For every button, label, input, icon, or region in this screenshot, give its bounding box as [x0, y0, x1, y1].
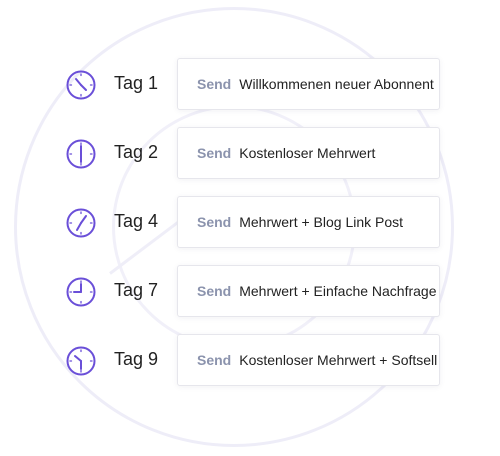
email-subject: Kostenloser Mehrwert + Softsell [239, 352, 438, 368]
sequence-step: Tag 1 Send Willkommenen neuer Abonnent [0, 58, 500, 112]
email-subject: Mehrwert + Blog Link Post [239, 214, 404, 230]
send-label: Send [197, 283, 232, 299]
email-step-card[interactable]: Send Mehrwert + Blog Link Post [177, 196, 440, 248]
clock-icon [66, 139, 96, 169]
day-label: Tag 1 [114, 73, 159, 93]
email-subject: Mehrwert + Einfache Nachfrage [239, 283, 437, 299]
email-step-card[interactable]: Send Kostenloser Mehrwert [177, 127, 440, 179]
sequence-step: Tag 4 Send Mehrwert + Blog Link Post [0, 196, 500, 250]
email-sequence-timeline: Tag 1 Send Willkommenen neuer Abonnent T… [0, 0, 500, 456]
send-label: Send [197, 352, 232, 368]
send-label: Send [197, 76, 232, 92]
day-label: Tag 4 [114, 211, 159, 231]
day-label: Tag 2 [114, 142, 159, 162]
send-label: Send [197, 145, 232, 161]
email-step-card[interactable]: Send Kostenloser Mehrwert + Softsell [177, 334, 440, 386]
sequence-step: Tag 7 Send Mehrwert + Einfache Nachfrage [0, 265, 500, 319]
email-subject: Kostenloser Mehrwert [239, 145, 376, 161]
clock-icon [66, 70, 96, 100]
clock-icon [66, 277, 96, 307]
send-label: Send [197, 214, 232, 230]
email-subject: Willkommenen neuer Abonnent [239, 76, 434, 92]
day-label: Tag 9 [114, 349, 159, 369]
sequence-step: Tag 2 Send Kostenloser Mehrwert [0, 127, 500, 181]
day-label: Tag 7 [114, 280, 159, 300]
email-step-card[interactable]: Send Mehrwert + Einfache Nachfrage [177, 265, 440, 317]
clock-icon [66, 346, 96, 376]
clock-icon [66, 208, 96, 238]
sequence-step: Tag 9 Send Kostenloser Mehrwert + Softse… [0, 334, 500, 388]
email-step-card[interactable]: Send Willkommenen neuer Abonnent [177, 58, 440, 110]
